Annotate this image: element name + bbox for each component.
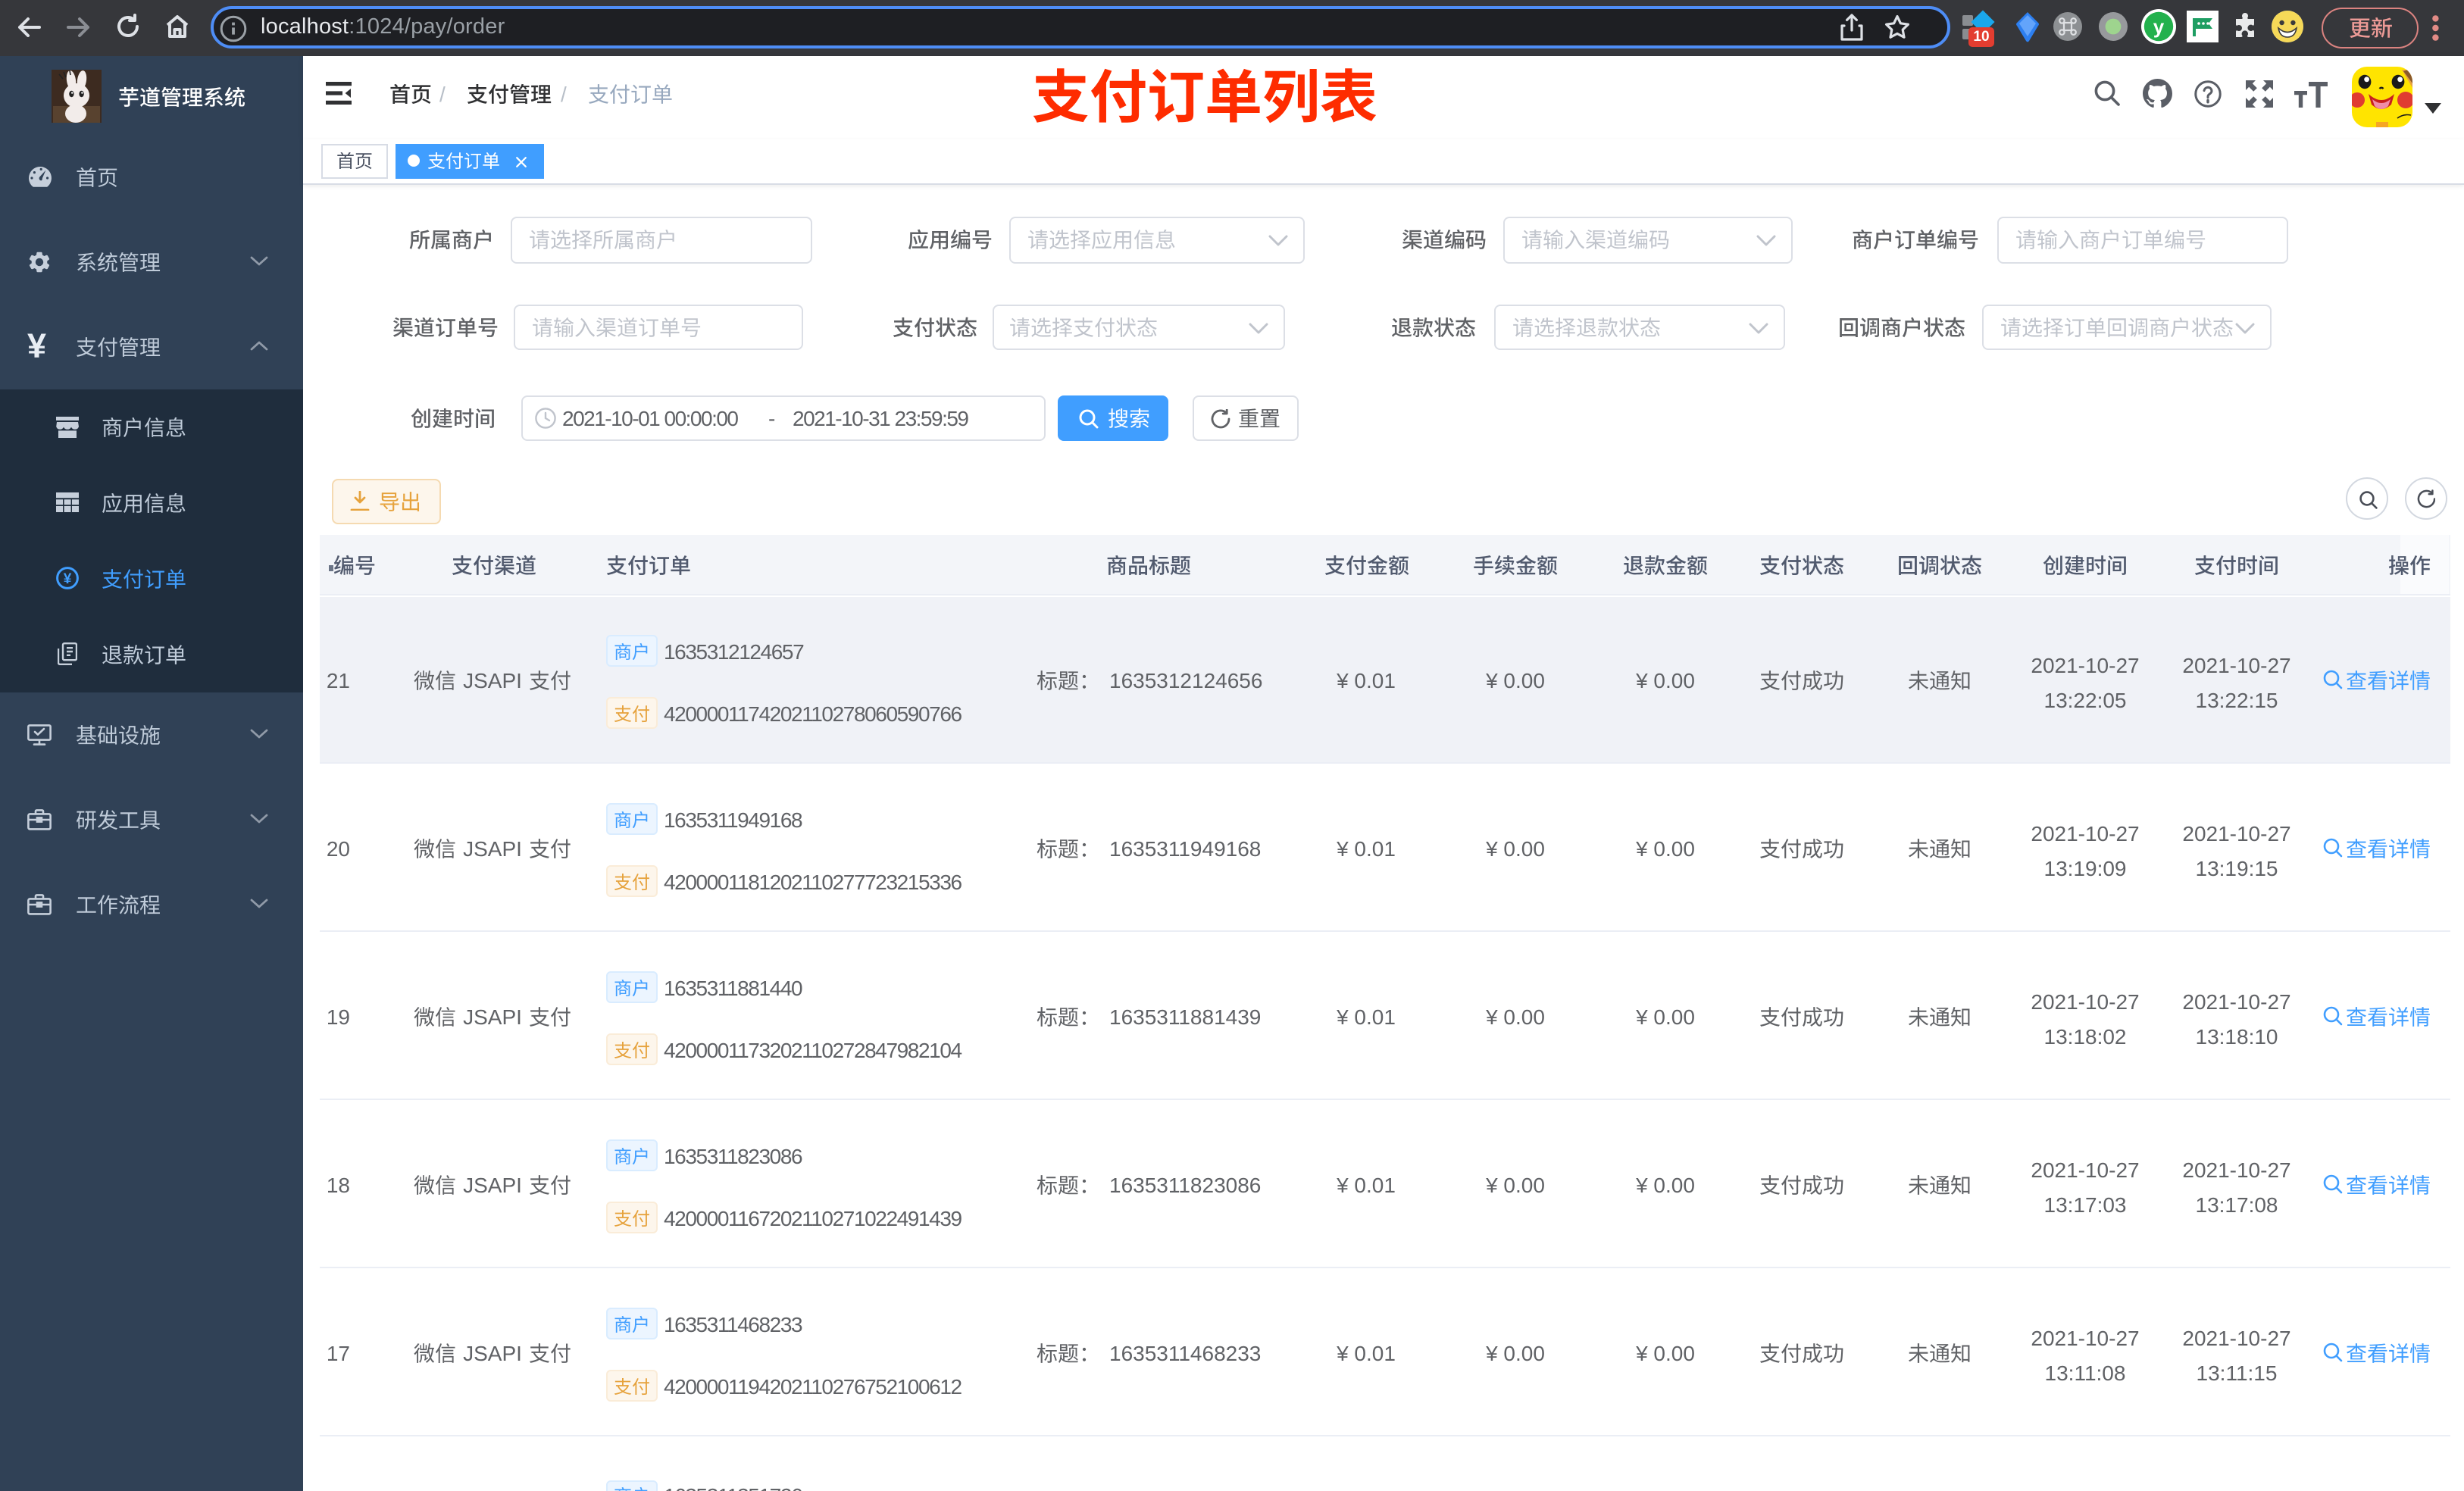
svg-text:y: y [2153, 15, 2165, 38]
svg-text:¥: ¥ [64, 571, 72, 587]
